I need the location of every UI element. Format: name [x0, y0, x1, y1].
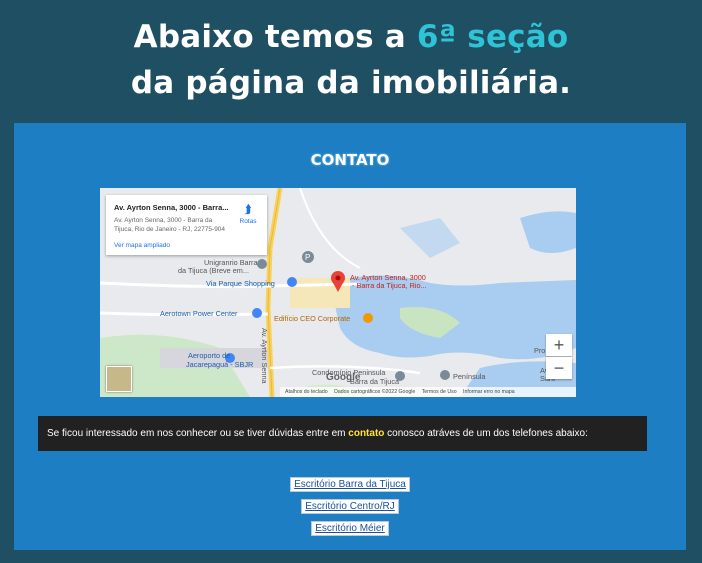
section-title: CONTATO: [310, 151, 390, 169]
google-logo: Google: [326, 372, 361, 383]
message-highlight: contato: [348, 428, 385, 439]
svg-text:P: P: [305, 253, 310, 262]
contact-message: Se ficou interessado em nos conhecer ou …: [38, 416, 647, 451]
office-button-barra[interactable]: Escritório Barra da Tijuca: [290, 477, 410, 492]
headline-accent: 6ª seção: [416, 19, 569, 55]
poi-unigranrio: [257, 259, 267, 269]
map-label-aerotown: Aerotown Power Center: [160, 309, 238, 318]
office-button-meier[interactable]: Escritório Méier: [311, 521, 389, 536]
map-label-aeroporto: Aeroporto de: [188, 351, 231, 360]
directions-label: Rotas: [239, 218, 257, 225]
zoom-out-button[interactable]: −: [546, 357, 572, 379]
map-attribution: Atalhos do teclado Dados cartográficos ©…: [280, 387, 576, 397]
poi-ceo: [363, 313, 373, 323]
map-label-aeroporto-2: Jacarepaguá - SBJR: [186, 360, 254, 369]
message-text-before: Se ficou interessado em nos conhecer ou …: [47, 428, 349, 439]
water-area-north: [520, 211, 576, 253]
office-button-centro[interactable]: Escritório Centro/RJ: [301, 499, 399, 514]
map-label-unigranrio-2: da Tijuca (Breve em...: [178, 266, 249, 275]
poi-aerotown: [252, 308, 262, 318]
map-label-pro: Pro: [534, 346, 546, 355]
map-label-pin-2: - Barra da Tijuca, Rio...: [352, 281, 427, 290]
directions-icon: ⮭: [244, 202, 252, 216]
place-card-title: Av. Ayrton Senna, 3000 - Barra...: [114, 203, 229, 212]
headline: Abaixo temos a 6ª seção da página da imo…: [0, 14, 702, 106]
map-label-road: Av. Ayrton Senna: [260, 328, 269, 384]
headline-line-1: Abaixo temos a 6ª seção: [0, 14, 702, 60]
map-label-peninsula: Península: [453, 372, 486, 381]
place-card: Av. Ayrton Senna, 3000 - Barra... Av. Ay…: [106, 195, 267, 255]
contact-section: CONTATO P Av. Ayrton Senna, 3000 - Barra…: [14, 123, 686, 550]
zoom-in-button[interactable]: +: [546, 334, 572, 356]
map-label-edificio: Edifício CEO Corporate: [274, 314, 351, 323]
map-data-credit: Dados cartográficos ©2022 Google: [334, 389, 416, 395]
embedded-map[interactable]: P Av. Ayrton Senna, 3000 - Barra... Av. …: [100, 188, 576, 397]
office-list: Escritório Barra da Tijuca Escritório Ce…: [14, 474, 686, 540]
directions-button[interactable]: ⮭ Rotas: [234, 203, 262, 225]
report-error-link[interactable]: Informar erro no mapa: [463, 389, 515, 395]
poi-peninsula: [440, 370, 450, 380]
road-ayrton-senna: [265, 188, 283, 397]
place-card-address: Av. Ayrton Senna, 3000 - Barra da Tijuca…: [114, 217, 226, 233]
message-text-after: conosco atráves de um dos telefones abai…: [384, 428, 588, 439]
water-area-small: [400, 218, 460, 258]
poi-via-parque: [287, 277, 297, 287]
view-larger-map-link[interactable]: Ver mapa ampliado: [114, 242, 170, 249]
keyboard-shortcuts-link[interactable]: Atalhos do teclado: [285, 389, 328, 395]
headline-text: Abaixo temos a: [133, 19, 417, 55]
headline-line-2: da página da imobiliária.: [130, 65, 572, 101]
map-label-via-parque: Via Parque Shopping: [206, 279, 275, 288]
street-view-thumbnail[interactable]: [106, 366, 132, 392]
terms-link[interactable]: Termos de Uso: [422, 389, 457, 395]
